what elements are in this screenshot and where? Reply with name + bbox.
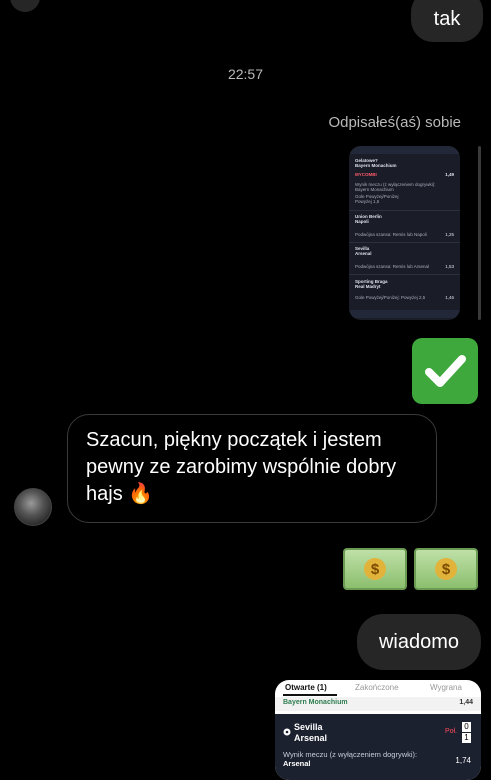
sender-avatar[interactable]	[14, 488, 52, 526]
bet-event: Sevilla Arsenal Poł. 0 1 Wynik meczu (z …	[275, 714, 481, 780]
message-out-wiadomo[interactable]: wiadomo	[357, 614, 481, 670]
thumb-match3: Sevilla Arsenal	[355, 246, 372, 256]
check-mark-emoji[interactable]	[412, 338, 478, 404]
tab-open[interactable]: Otwarte (1)	[285, 683, 327, 692]
score-home: 0	[462, 722, 471, 732]
market-label: Wynik meczu (z wyłączeniem dogrywki):	[283, 750, 418, 759]
dollar-icon: $	[364, 558, 386, 580]
thumb-badge: MYCOMBI 1,49	[355, 172, 454, 177]
message-text: Szacun, piękny początek i jestem pewny z…	[86, 429, 397, 505]
reply-note: Odpisałeś(aś) sobie	[328, 114, 461, 131]
message-text: wiadomo	[378, 630, 460, 653]
bet-sub-row: Bayern Monachium 1,44	[275, 697, 481, 711]
score-away: 1	[462, 733, 471, 743]
tab-underline	[283, 694, 337, 696]
period-label: Poł.	[444, 728, 457, 735]
scrollbar[interactable]	[478, 146, 481, 320]
tab-finished[interactable]: Zakończone	[355, 683, 399, 692]
thumb-match1: Gelatowe? Bayern Monachium	[355, 158, 397, 168]
thumb-match2: Union Berlin Napoli	[355, 214, 382, 224]
soccer-ball-icon	[283, 728, 291, 736]
message-in[interactable]: Szacun, piękny początek i jestem pewny z…	[67, 414, 437, 523]
money-emoji[interactable]: $	[343, 548, 407, 590]
shared-screenshot-thumbnail[interactable]: Gelatowe? Bayern Monachium MYCOMBI 1,49 W…	[349, 146, 460, 320]
thumb-match4: Sporting Braga Real Madryt	[355, 279, 388, 289]
market-pick: Arsenal	[283, 759, 311, 768]
message-text: tak	[433, 7, 461, 30]
tab-won[interactable]: Wygrana	[430, 683, 462, 692]
bet-odd: 1,74	[455, 756, 471, 765]
dollar-icon: $	[435, 558, 457, 580]
avatar-partial	[10, 0, 40, 12]
team-home: Sevilla	[294, 722, 323, 732]
money-emoji[interactable]: $	[414, 548, 478, 590]
bet-tabs: Otwarte (1) Zakończone Wygrana	[275, 680, 481, 696]
shared-bet-card[interactable]: Otwarte (1) Zakończone Wygrana Bayern Mo…	[275, 680, 481, 780]
team-away: Arsenal	[294, 733, 328, 743]
check-icon	[425, 355, 466, 387]
message-out-tak[interactable]: tak	[411, 0, 483, 42]
timestamp: 22:57	[227, 66, 264, 82]
